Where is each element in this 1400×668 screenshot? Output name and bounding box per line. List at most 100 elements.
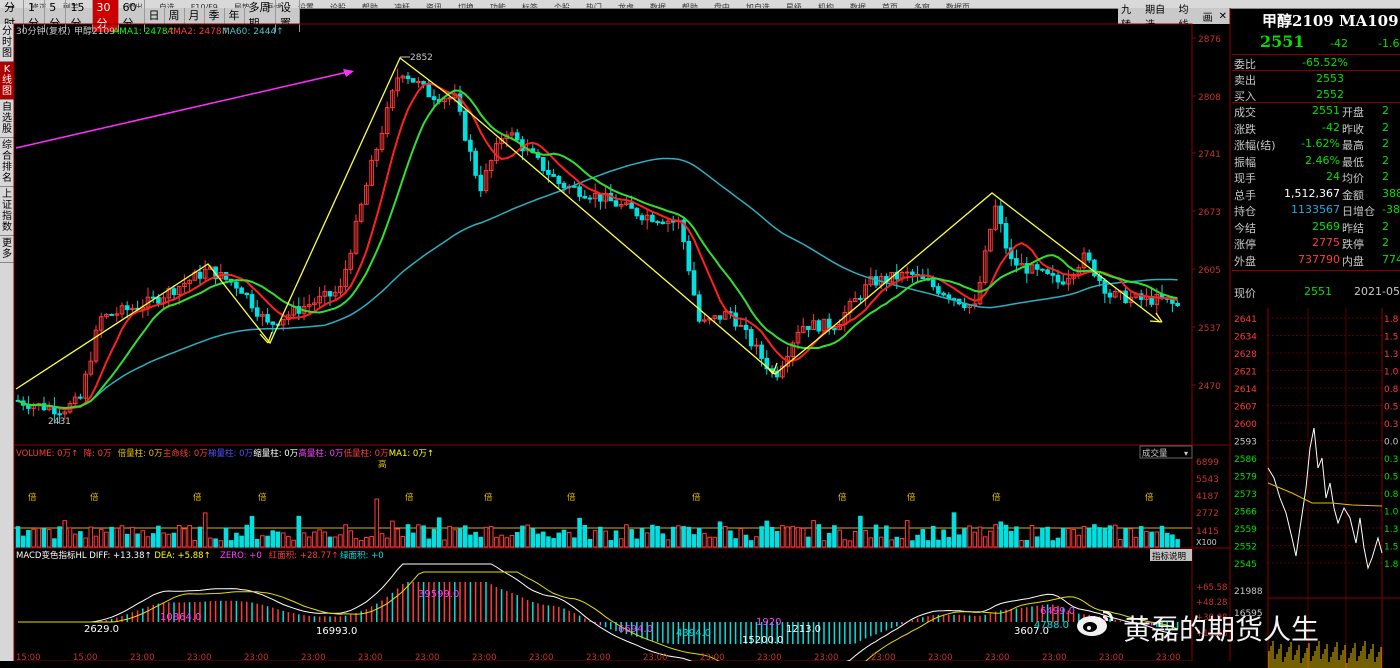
volume-bar xyxy=(31,528,36,548)
quote-label: 昨结 xyxy=(1342,221,1364,235)
price-change: -42 xyxy=(1330,37,1348,50)
mini-pct-tick: 0.8 xyxy=(1384,490,1399,500)
volume-bar xyxy=(72,533,78,548)
volume-bar xyxy=(629,529,634,548)
candle-body xyxy=(754,344,759,347)
volume-bar xyxy=(754,536,759,548)
candle-body xyxy=(1175,302,1180,307)
candle-body xyxy=(629,202,634,209)
volume-tick: 4187 xyxy=(1196,492,1219,502)
volume-bar xyxy=(842,539,848,548)
candle-body xyxy=(426,83,432,98)
price-tick: 2605 xyxy=(1198,266,1221,276)
volume-bar xyxy=(681,526,686,548)
volume-bar xyxy=(780,525,785,548)
volume-bar xyxy=(540,531,546,548)
volume-bar xyxy=(499,534,504,548)
candle-body xyxy=(546,169,551,175)
macd-annotation: 1213.0 xyxy=(786,624,821,635)
volume-bar xyxy=(936,539,941,548)
legend-symbol: 甲醇2109 xyxy=(74,25,115,37)
volume-bar xyxy=(384,537,390,548)
volume-bar xyxy=(743,534,749,548)
trend-arrow xyxy=(15,70,353,149)
volume-tick: 2772 xyxy=(1196,509,1219,519)
quote-label: 涨停 xyxy=(1234,238,1256,251)
mini-price-tick: 2614 xyxy=(1234,385,1257,395)
volume-bar xyxy=(639,528,645,548)
volume-bar xyxy=(1055,537,1061,548)
macd-legend-item: ZERO: +0 xyxy=(220,551,262,561)
quote-label: 今结 xyxy=(1234,221,1256,235)
volume-bar xyxy=(634,538,640,548)
volume-bar xyxy=(1133,536,1139,548)
quote-value: 737790 xyxy=(1298,252,1340,266)
volume-bar xyxy=(286,535,291,548)
candle-body xyxy=(327,291,333,297)
mini-price-tick: 2593 xyxy=(1234,438,1257,448)
candle-body xyxy=(1034,264,1040,270)
volume-bar xyxy=(447,525,452,548)
volume-bar xyxy=(1107,525,1113,548)
volume-bar xyxy=(390,520,395,548)
mini-price-tick: 2586 xyxy=(1234,455,1257,465)
candle-body xyxy=(405,75,411,80)
volume-bar xyxy=(967,525,972,548)
volume-legend-item: 缩量柱: 0万 xyxy=(253,448,298,459)
mini-pct-tick: 0.5 xyxy=(1384,473,1398,483)
volume-bar xyxy=(832,525,837,548)
price-tick: 2470 xyxy=(1198,382,1221,392)
macd-tick: +48.28 xyxy=(1196,598,1227,608)
volume-bar xyxy=(98,528,104,548)
volume-bar xyxy=(156,525,161,548)
quote-value: 2 xyxy=(1382,153,1389,167)
candle-body xyxy=(587,197,593,200)
arrow-head xyxy=(343,69,354,77)
candle-body xyxy=(468,139,473,152)
macd-legend-item: MACD变色指标HL DIFF: +13.38↑ xyxy=(16,550,152,561)
mini-price-tick: 2579 xyxy=(1234,473,1257,483)
volume-bar xyxy=(1008,530,1014,548)
volume-bar xyxy=(15,526,21,548)
volume-bar xyxy=(306,536,312,548)
volume-marker: 倍 xyxy=(28,492,37,503)
quote-value: -38 xyxy=(1382,203,1400,216)
volume-bar xyxy=(114,527,120,548)
candle-body xyxy=(582,195,588,199)
time-tick: 15:00 xyxy=(16,653,41,661)
sell-price: 2553 xyxy=(1316,72,1344,85)
legend-ma60: MA60: 2444↑ xyxy=(222,27,284,37)
volume-bar xyxy=(1159,525,1165,548)
volume-bar xyxy=(852,530,858,548)
time-tick: 23:00 xyxy=(187,653,212,661)
volume-bar xyxy=(613,530,619,548)
candle-body xyxy=(416,81,421,84)
time-tick: 23:00 xyxy=(1099,653,1124,661)
volume-bar xyxy=(62,520,68,548)
volume-bar xyxy=(863,530,868,548)
volume-bar xyxy=(904,520,910,548)
candle-body xyxy=(270,321,276,325)
volume-bar xyxy=(208,537,213,548)
mini-price-tick: 2573 xyxy=(1234,490,1257,500)
volume-bar xyxy=(379,533,385,548)
ama1-line xyxy=(17,89,1178,410)
volume-bar xyxy=(670,526,676,548)
candle-body xyxy=(717,315,723,320)
volume-bar xyxy=(811,520,816,548)
volume-bar xyxy=(878,536,884,548)
time-tick: 23:00 xyxy=(643,653,668,661)
ma60-line xyxy=(17,157,1178,409)
candles xyxy=(15,68,1180,424)
mini-price-tick: 2545 xyxy=(1234,560,1257,570)
mini-price-tick: 2621 xyxy=(1234,368,1257,378)
volume-bar xyxy=(525,524,530,548)
candle-body xyxy=(733,312,738,327)
candle-body xyxy=(462,110,468,141)
quote-label: 涨跌 xyxy=(1234,122,1256,136)
volume-bar xyxy=(405,524,411,548)
candle-body xyxy=(410,78,416,83)
kline-chart-area[interactable]: 30分钟(复权) 甲醇2109AMA1: 2478↑AMA2: 2478↑MA60… xyxy=(0,0,1232,661)
time-tick: 23:00 xyxy=(586,653,611,661)
macd-annotation: 1920 xyxy=(756,617,781,628)
